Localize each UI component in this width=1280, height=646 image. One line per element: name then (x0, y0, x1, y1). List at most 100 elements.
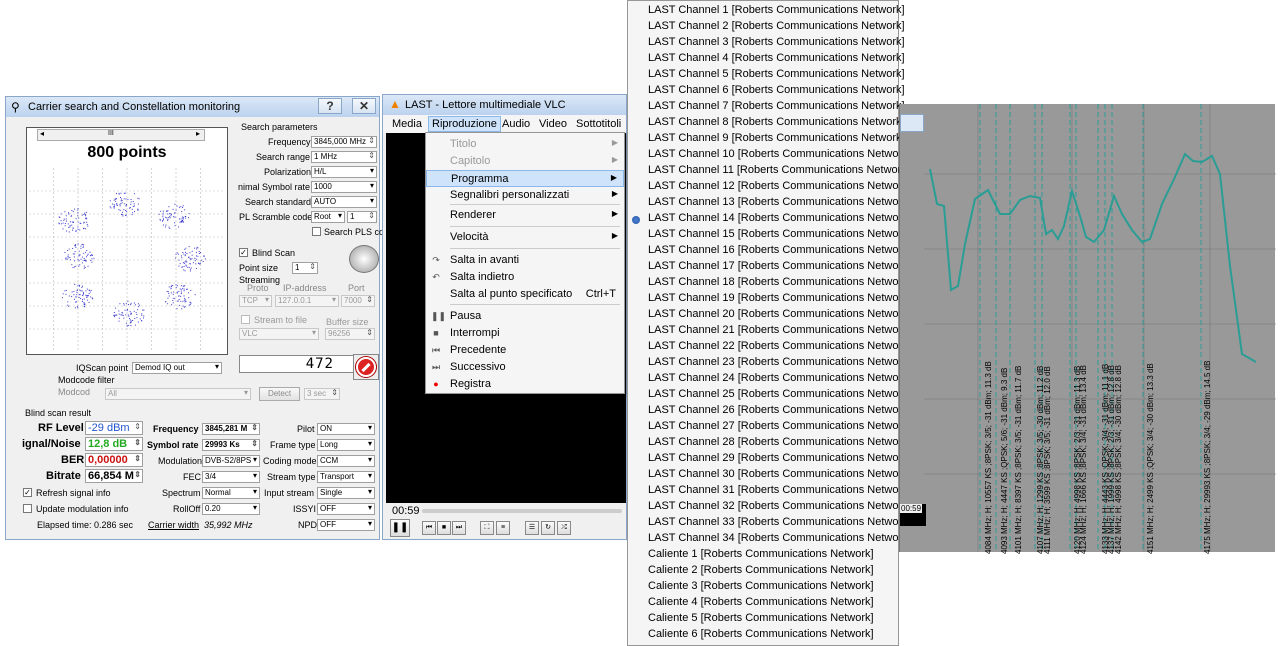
channel-item[interactable]: Caliente 4 [Roberts Communications Netwo… (648, 596, 898, 612)
channel-item[interactable]: LAST Channel 3 [Roberts Communications N… (648, 36, 905, 52)
channel-item[interactable]: LAST Channel 10 [Roberts Communications … (648, 148, 911, 164)
channel-item[interactable]: Caliente 5 [Roberts Communications Netwo… (648, 612, 898, 628)
menu-item-salta-in-avanti[interactable]: ↷ Salta in avanti (426, 252, 624, 269)
channel-item[interactable]: LAST Channel 13 [Roberts Communications … (648, 196, 911, 212)
channel-item[interactable]: LAST Channel 32 [Roberts Communications … (648, 500, 911, 516)
channel-item[interactable]: LAST Channel 15 [Roberts Communications … (648, 228, 911, 244)
search-standard-select[interactable]: AUTO (311, 196, 377, 208)
detect-button[interactable]: Detect (259, 387, 300, 401)
channel-item[interactable]: LAST Channel 33 [Roberts Communications … (648, 516, 911, 532)
channel-item[interactable]: LAST Channel 28 [Roberts Communications … (648, 436, 911, 452)
proto-select[interactable]: TCP (239, 295, 272, 307)
menu-video[interactable]: Video (539, 118, 567, 130)
search-range-field[interactable]: 1 MHz (311, 151, 377, 163)
channel-item[interactable]: LAST Channel 6 [Roberts Communications N… (648, 84, 905, 100)
channel-item[interactable]: LAST Channel 24 [Roberts Communications … (648, 372, 911, 388)
channel-item[interactable]: LAST Channel 4 [Roberts Communications N… (648, 52, 905, 68)
channel-item[interactable]: LAST Channel 14 [Roberts Communications … (648, 212, 911, 228)
pl-scramble-select[interactable]: Root (311, 211, 345, 223)
channel-item[interactable]: LAST Channel 2 [Roberts Communications N… (648, 20, 905, 36)
channel-item[interactable]: Caliente 3 [Roberts Communications Netwo… (648, 580, 898, 596)
channel-item[interactable]: LAST Channel 26 [Roberts Communications … (648, 404, 911, 420)
shuffle-button[interactable]: ⤮ (557, 521, 571, 535)
stream-to-file-checkbox[interactable] (241, 315, 250, 324)
scroll-thumb[interactable]: III (108, 130, 114, 137)
menu-item-salta-indietro[interactable]: ↶ Salta indietro (426, 269, 624, 286)
help-button[interactable]: ? (318, 98, 342, 114)
modulation-select[interactable]: DVB-S2/8PS (202, 455, 260, 467)
channel-item[interactable]: LAST Channel 16 [Roberts Communications … (648, 244, 911, 260)
seek-bar[interactable] (422, 509, 622, 513)
carrier-width-label[interactable]: Carrier width (148, 520, 199, 530)
channel-item[interactable]: Caliente 1 [Roberts Communications Netwo… (648, 548, 898, 564)
vlc-title-bar[interactable]: ▲ LAST - Lettore multimediale VLC (383, 95, 626, 115)
menu-riproduzione[interactable]: Riproduzione (428, 116, 501, 132)
pause-button[interactable]: ❚❚ (390, 519, 410, 537)
channel-item[interactable]: LAST Channel 9 [Roberts Communications N… (648, 132, 905, 148)
channel-item[interactable]: LAST Channel 22 [Roberts Communications … (648, 340, 911, 356)
menu-item-pausa[interactable]: ❚❚ Pausa (426, 308, 624, 325)
menu-sottotitoli[interactable]: Sottotitoli (576, 118, 621, 130)
channel-item[interactable]: LAST Channel 31 [Roberts Communications … (648, 484, 911, 500)
stop-scan-button[interactable] (353, 354, 379, 380)
channel-item[interactable]: LAST Channel 20 [Roberts Communications … (648, 308, 911, 324)
channel-item[interactable]: LAST Channel 1 [Roberts Communications N… (648, 4, 905, 20)
channel-item[interactable]: LAST Channel 11 [Roberts Communications … (648, 164, 910, 180)
update-modulation-checkbox[interactable] (23, 504, 32, 513)
menu-item-renderer[interactable]: Renderer ▶ (426, 207, 624, 224)
channel-item[interactable]: LAST Channel 7 [Roberts Communications N… (648, 100, 905, 116)
menu-item-salta-al-punto-specificato[interactable]: Salta al punto specificato Ctrl+T (426, 286, 624, 303)
channel-item[interactable]: LAST Channel 12 [Roberts Communications … (648, 180, 911, 196)
polarization-select[interactable]: H/L (311, 166, 377, 178)
previous-button[interactable]: ⏮ (422, 521, 436, 535)
frequency-field[interactable]: 3845,000 MHz (311, 136, 377, 148)
menu-item-registra[interactable]: ● Registra (426, 376, 624, 393)
next-button[interactable]: ⏭ (452, 521, 466, 535)
channel-item[interactable]: LAST Channel 23 [Roberts Communications … (648, 356, 911, 372)
input-stream-select[interactable]: Single (317, 487, 375, 499)
channel-item[interactable]: LAST Channel 25 [Roberts Communications … (648, 388, 911, 404)
carrier-title-bar[interactable]: ⚲ Carrier search and Constellation monit… (6, 97, 379, 117)
blind-scan-checkbox[interactable]: ✓ (239, 248, 248, 257)
issyi-select[interactable]: OFF (317, 503, 375, 515)
point-size-field[interactable]: 1 (292, 262, 318, 274)
scroll-left-icon[interactable]: ◂ (40, 129, 44, 138)
loop-button[interactable]: ↻ (541, 521, 555, 535)
spectrum-select[interactable]: Normal (202, 487, 260, 499)
satellite-dish-icon[interactable] (349, 245, 379, 273)
modcode-select[interactable]: All (105, 388, 251, 400)
refresh-signal-checkbox[interactable]: ✓ (23, 488, 32, 497)
ip-address-field[interactable]: 127.0.0.1 (275, 295, 339, 307)
fec-select[interactable]: 3/4 (202, 471, 260, 483)
menu-item-titolo[interactable]: Titolo ▶ (426, 136, 624, 153)
buffer-size-field[interactable]: 96256 (325, 328, 375, 340)
channel-item[interactable]: LAST Channel 17 [Roberts Communications … (648, 260, 911, 276)
menu-item-velocità[interactable]: Velocità ▶ (426, 229, 624, 246)
channel-item[interactable]: LAST Channel 5 [Roberts Communications N… (648, 68, 905, 84)
npd-select[interactable]: OFF (317, 519, 375, 531)
pl-scramble-number[interactable]: 1 (347, 211, 377, 223)
coding-mode-select[interactable]: CCM (317, 455, 375, 467)
constellation-scrollbar[interactable]: ◂ III ▸ (37, 129, 205, 141)
channel-item[interactable]: LAST Channel 30 [Roberts Communications … (648, 468, 911, 484)
min-symrate-select[interactable]: 1000 (311, 181, 377, 193)
menu-item-interrompi[interactable]: ■ Interrompi (426, 325, 624, 342)
vlc-select[interactable]: VLC (239, 328, 319, 340)
stop-button[interactable]: ■ (437, 521, 451, 535)
channel-item[interactable]: Caliente 6 [Roberts Communications Netwo… (648, 628, 898, 644)
channel-item[interactable]: LAST Channel 27 [Roberts Communications … (648, 420, 911, 436)
sec-field[interactable]: 3 sec (304, 388, 340, 400)
menu-item-successivo[interactable]: ⏭ Successivo (426, 359, 624, 376)
menu-item-precedente[interactable]: ⏮ Precedente (426, 342, 624, 359)
stream-type-select[interactable]: Transport (317, 471, 375, 483)
extended-settings-button[interactable]: ≡ (496, 521, 510, 535)
channel-item[interactable]: LAST Channel 34 [Roberts Communications … (648, 532, 911, 548)
rolloff-select[interactable]: 0.20 (202, 503, 260, 515)
pilot-select[interactable]: ON (317, 423, 375, 435)
close-button[interactable]: ✕ (352, 98, 376, 114)
menu-media[interactable]: Media (392, 118, 422, 130)
menu-item-segnalibri-personalizzati[interactable]: Segnalibri personalizzati ▶ (426, 187, 624, 204)
search-pls-checkbox[interactable] (312, 227, 321, 236)
frame-type-select[interactable]: Long (317, 439, 375, 451)
menu-audio[interactable]: Audio (502, 118, 530, 130)
